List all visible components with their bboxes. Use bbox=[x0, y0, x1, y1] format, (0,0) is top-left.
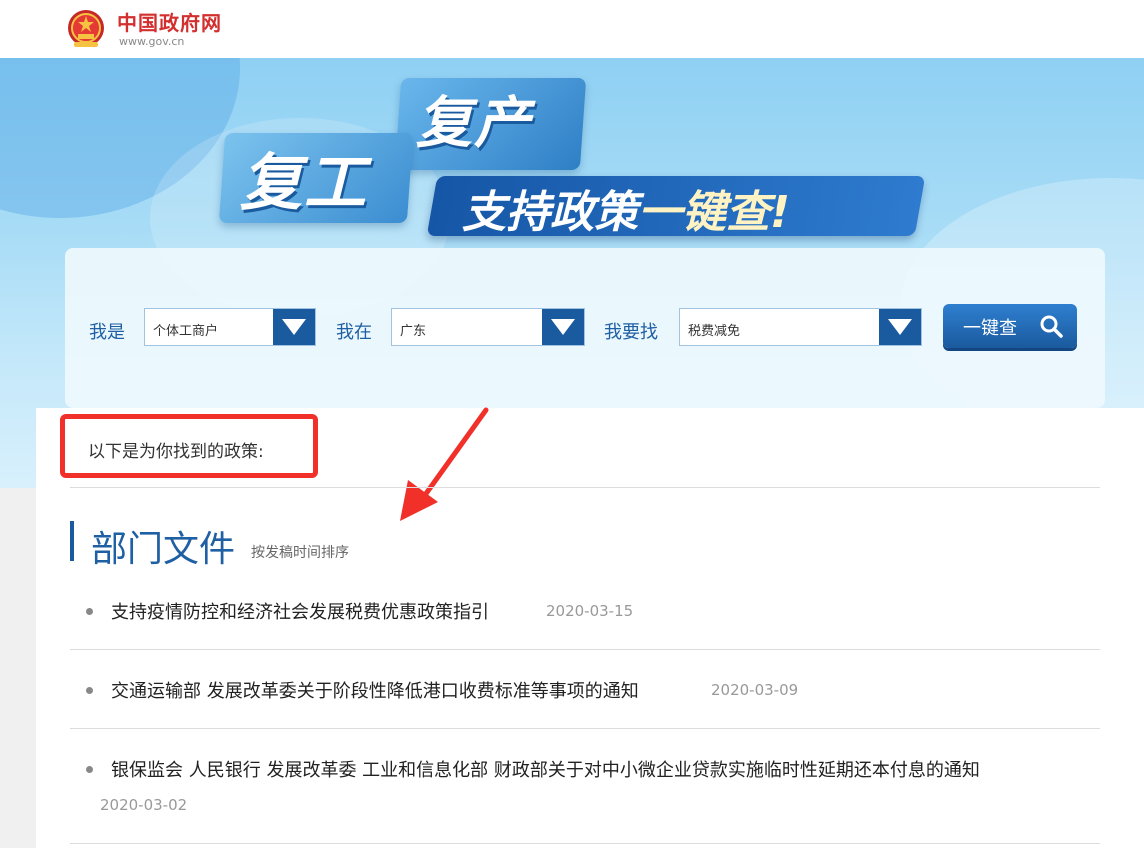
policy-date: 2020-03-15 bbox=[546, 602, 634, 620]
list-bullet bbox=[86, 766, 93, 773]
search-button[interactable]: 一键查 bbox=[943, 304, 1077, 348]
location-select-value: 广东 bbox=[400, 324, 427, 339]
policy-link[interactable]: 支持疫情防控和经济社会发展税费优惠政策指引 bbox=[111, 598, 489, 624]
banner-slogan: 支持政策一键查! bbox=[462, 176, 790, 240]
divider bbox=[70, 728, 1100, 729]
list-bullet bbox=[86, 608, 93, 615]
chevron-down-icon[interactable] bbox=[273, 309, 315, 345]
divider bbox=[70, 649, 1100, 650]
site-header: 中国政府网 www.gov.cn bbox=[0, 0, 1144, 58]
search-button-label: 一键查 bbox=[963, 318, 1017, 339]
divider bbox=[70, 843, 1100, 844]
role-select[interactable]: 个体工商户 bbox=[144, 308, 316, 346]
role-select-value: 个体工商户 bbox=[153, 324, 219, 339]
divider bbox=[70, 487, 1100, 488]
chevron-down-icon[interactable] bbox=[879, 309, 921, 345]
banner-slogan-accent: 一键查! bbox=[638, 187, 791, 238]
banner-word-fugong: 复工 bbox=[240, 146, 369, 219]
location-label: 我在 bbox=[336, 322, 372, 343]
section-accent-bar bbox=[70, 521, 74, 561]
need-select[interactable]: 税费减免 bbox=[679, 308, 922, 346]
policy-link[interactable]: 银保监会 人民银行 发展改革委 工业和信息化部 财政部关于对中小微企业贷款实施临… bbox=[111, 756, 980, 782]
need-label: 我要找 bbox=[604, 322, 658, 343]
section-title: 部门文件 bbox=[91, 529, 236, 570]
policy-search-panel: 我是 个体工商户 我在 广东 我要找 税费减免 一键查 bbox=[65, 248, 1105, 408]
section-sort-note: 按发稿时间排序 bbox=[251, 545, 349, 561]
annotation-highlight-box bbox=[60, 414, 318, 478]
policy-date: 2020-03-02 bbox=[100, 796, 188, 814]
banner-slogan-main: 支持政策 bbox=[462, 187, 638, 238]
site-name[interactable]: 中国政府网 bbox=[117, 7, 222, 36]
location-select[interactable]: 广东 bbox=[391, 308, 585, 346]
policy-link[interactable]: 交通运输部 发展改革委关于阶段性降低港口收费标准等事项的通知 bbox=[111, 677, 639, 703]
role-label: 我是 bbox=[89, 322, 125, 343]
site-url: www.gov.cn bbox=[119, 35, 185, 48]
need-select-value: 税费减免 bbox=[688, 324, 741, 339]
chevron-down-icon[interactable] bbox=[542, 309, 584, 345]
banner-word-fuchan: 复产 bbox=[416, 91, 532, 156]
national-emblem-icon[interactable] bbox=[66, 8, 106, 50]
search-icon bbox=[1040, 315, 1063, 338]
policy-date: 2020-03-09 bbox=[711, 681, 799, 699]
list-bullet bbox=[86, 687, 93, 694]
